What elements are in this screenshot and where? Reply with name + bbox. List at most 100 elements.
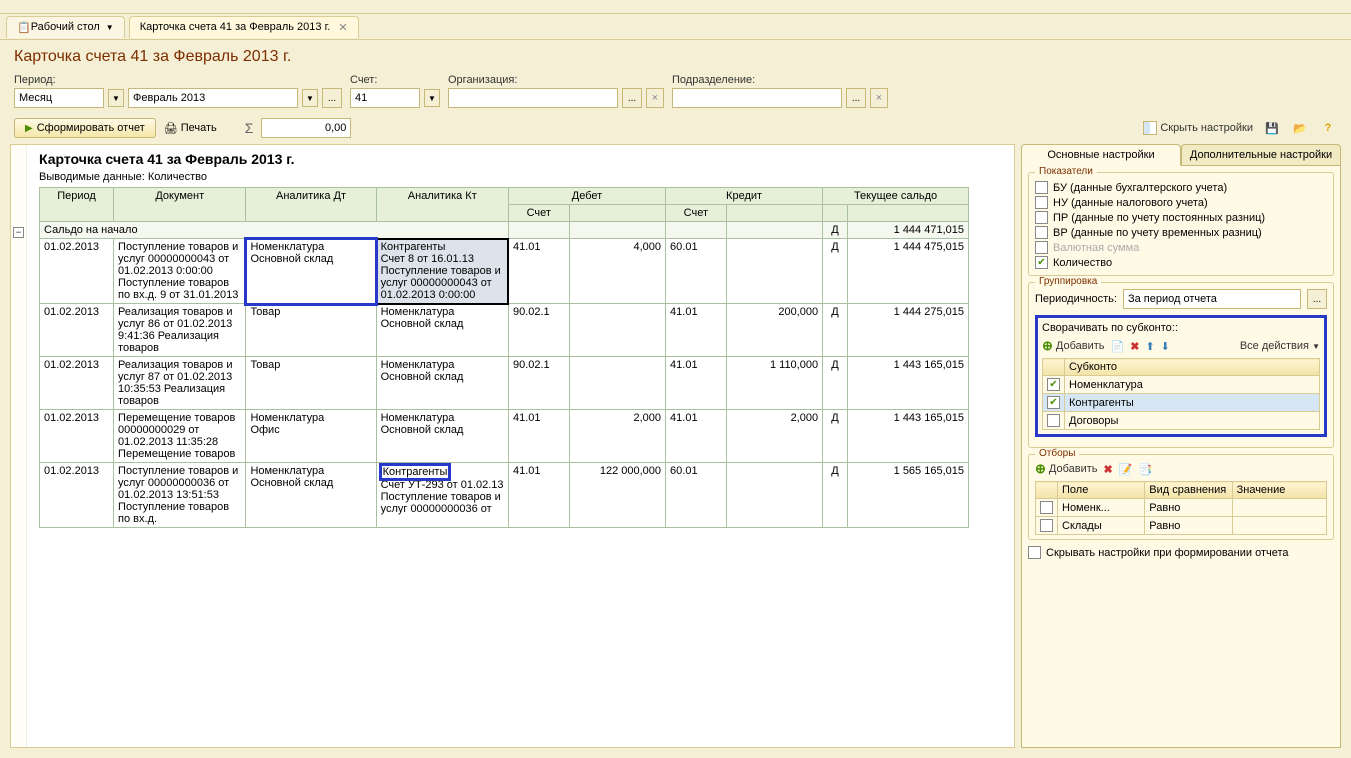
indicator-checkbox[interactable] <box>1035 256 1048 269</box>
move-up-icon[interactable]: ⬆ <box>1145 340 1154 353</box>
copy-icon[interactable]: 📑 <box>1138 463 1152 476</box>
subkonto-checkbox[interactable] <box>1047 414 1060 427</box>
report-pane: − Карточка счета 41 за Февраль 2013 г. В… <box>10 144 1015 748</box>
panel-toggle-icon <box>1143 121 1157 135</box>
table-row[interactable]: 01.02.2013Поступление товаров и услуг 00… <box>40 239 969 304</box>
otbor-checkbox[interactable] <box>1040 501 1053 514</box>
account-input[interactable] <box>350 88 420 108</box>
col-document: Документ <box>114 188 246 222</box>
collapse-toggle[interactable]: − <box>13 227 24 238</box>
subkonto-row[interactable]: Договоры <box>1043 412 1320 430</box>
tabs-bar: 📋 Рабочий стол ▼ Карточка счета 41 за Фе… <box>0 14 1351 40</box>
col-debit: Дебет <box>508 188 665 205</box>
col-credit: Кредит <box>666 188 823 205</box>
subkonto-panel: Сворачивать по субконто:: ⊕Добавить 📄 ✖ … <box>1035 315 1327 437</box>
indicator-label: Количество <box>1053 257 1112 269</box>
periodicity-label: Периодичность: <box>1035 293 1117 305</box>
collapse-label: Сворачивать по субконто:: <box>1042 322 1320 334</box>
org-clear-button[interactable]: × <box>646 88 664 108</box>
otbor-row[interactable]: СкладыРавно <box>1036 517 1327 535</box>
tab-label: Рабочий стол <box>31 21 100 33</box>
table-row[interactable]: 01.02.2013Перемещение товаров 0000000002… <box>40 410 969 463</box>
indicator-checkbox[interactable] <box>1035 181 1048 194</box>
account-label: Счет: <box>350 74 440 86</box>
hide-on-form-checkbox[interactable] <box>1028 546 1041 559</box>
indicator-label: Валютная сумма <box>1053 242 1139 254</box>
print-button[interactable]: 🖨 Печать <box>164 122 217 135</box>
tab-main-settings[interactable]: Основные настройки <box>1021 144 1181 166</box>
all-actions-menu[interactable]: Все действия ▼ <box>1240 340 1320 352</box>
division-clear-button[interactable]: × <box>870 88 888 108</box>
indicators-fieldset: Показатели БУ (данные бухгалтерского уче… <box>1028 172 1334 276</box>
close-icon[interactable]: ✕ <box>338 21 347 34</box>
app-toolbar <box>0 0 1351 14</box>
page-title: Карточка счета 41 за Февраль 2013 г. <box>0 40 1351 70</box>
add-subkonto-button[interactable]: ⊕Добавить <box>1042 338 1105 354</box>
subkonto-checkbox[interactable] <box>1047 396 1060 409</box>
filters-row: Период: Месяц ▼ Февраль 2013 ▼ ... Счет:… <box>0 70 1351 112</box>
load-settings-icon[interactable]: 📂 <box>1291 119 1309 137</box>
otbor-checkbox[interactable] <box>1040 519 1053 532</box>
periodicity-picker[interactable]: ... <box>1307 289 1327 309</box>
copy-icon[interactable]: 📄 <box>1111 340 1125 353</box>
org-input[interactable] <box>448 88 618 108</box>
indicator-checkbox[interactable] <box>1035 226 1048 239</box>
otbor-fieldset: Отборы ⊕Добавить ✖ 📝 📑 Поле Вид сравнени… <box>1028 454 1334 540</box>
indicator-label: ВР (данные по учету временных разниц) <box>1053 227 1262 239</box>
col-period: Период <box>40 188 114 222</box>
subkonto-table: Субконто НоменклатураКонтрагентыДоговоры <box>1042 358 1320 430</box>
hide-settings-button[interactable]: Скрыть настройки <box>1143 121 1253 135</box>
report-subtitle: Выводимые данные: Количество <box>39 171 1008 183</box>
col-analytics-kt: Аналитика Кт <box>376 188 508 222</box>
division-input[interactable] <box>672 88 842 108</box>
tab-label: Карточка счета 41 за Февраль 2013 г. <box>140 21 331 33</box>
division-picker-button[interactable]: ... <box>846 88 866 108</box>
grouping-fieldset: Группировка Периодичность: ... Сворачива… <box>1028 282 1334 448</box>
hide-on-form-label: Скрывать настройки при формировании отче… <box>1046 547 1289 559</box>
table-row[interactable]: 01.02.2013Поступление товаров и услуг 00… <box>40 463 969 528</box>
action-bar: ▶ Сформировать отчет 🖨 Печать Σ Скрыть н… <box>0 112 1351 144</box>
tab-card[interactable]: Карточка счета 41 за Февраль 2013 г. ✕ <box>129 16 359 38</box>
chevron-down-icon[interactable]: ▼ <box>106 23 114 32</box>
col-analytics-dt: Аналитика Дт <box>246 188 376 222</box>
delete-icon[interactable]: ✖ <box>1130 340 1139 353</box>
tab-desktop[interactable]: 📋 Рабочий стол ▼ <box>6 16 125 38</box>
edit-icon[interactable]: 📝 <box>1119 463 1133 476</box>
period-type-select[interactable]: Месяц <box>14 88 104 108</box>
report-title: Карточка счета 41 за Февраль 2013 г. <box>39 151 1008 167</box>
dropdown-icon[interactable]: ▼ <box>424 89 440 107</box>
move-down-icon[interactable]: ⬇ <box>1161 340 1170 353</box>
periodicity-select[interactable] <box>1123 289 1301 309</box>
division-label: Подразделение: <box>672 74 888 86</box>
subkonto-row[interactable]: Контрагенты <box>1043 394 1320 412</box>
indicator-label: ПР (данные по учету постоянных разниц) <box>1053 212 1265 224</box>
dropdown-icon[interactable]: ▼ <box>108 89 124 107</box>
otbor-row[interactable]: Номенк...Равно <box>1036 499 1327 517</box>
subkonto-checkbox[interactable] <box>1047 378 1060 391</box>
subkonto-row[interactable]: Номенклатура <box>1043 376 1320 394</box>
dropdown-icon[interactable]: ▼ <box>302 89 318 107</box>
tab-extra-settings[interactable]: Дополнительные настройки <box>1181 144 1341 166</box>
settings-pane: Основные настройки Дополнительные настро… <box>1021 144 1341 748</box>
save-settings-icon[interactable]: 💾 <box>1263 119 1281 137</box>
indicator-checkbox[interactable] <box>1035 241 1048 254</box>
indicator-checkbox[interactable] <box>1035 196 1048 209</box>
indicator-label: НУ (данные налогового учета) <box>1053 197 1208 209</box>
period-picker-button[interactable]: ... <box>322 88 342 108</box>
period-label: Период: <box>14 74 342 86</box>
help-icon[interactable]: ? <box>1319 119 1337 137</box>
form-report-button[interactable]: ▶ Сформировать отчет <box>14 118 156 138</box>
plus-icon: ⊕ <box>1035 461 1046 477</box>
org-label: Организация: <box>448 74 664 86</box>
otbor-table: Поле Вид сравнения Значение Номенк...Рав… <box>1035 481 1327 535</box>
sum-field[interactable] <box>261 118 351 138</box>
indicator-checkbox[interactable] <box>1035 211 1048 224</box>
indicator-label: БУ (данные бухгалтерского учета) <box>1053 182 1227 194</box>
org-picker-button[interactable]: ... <box>622 88 642 108</box>
play-icon: ▶ <box>25 123 33 134</box>
period-value-select[interactable]: Февраль 2013 <box>128 88 298 108</box>
table-row[interactable]: 01.02.2013Реализация товаров и услуг 86 … <box>40 304 969 357</box>
table-row[interactable]: 01.02.2013Реализация товаров и услуг 87 … <box>40 357 969 410</box>
add-otbor-button[interactable]: ⊕Добавить <box>1035 461 1098 477</box>
delete-icon[interactable]: ✖ <box>1104 463 1113 476</box>
